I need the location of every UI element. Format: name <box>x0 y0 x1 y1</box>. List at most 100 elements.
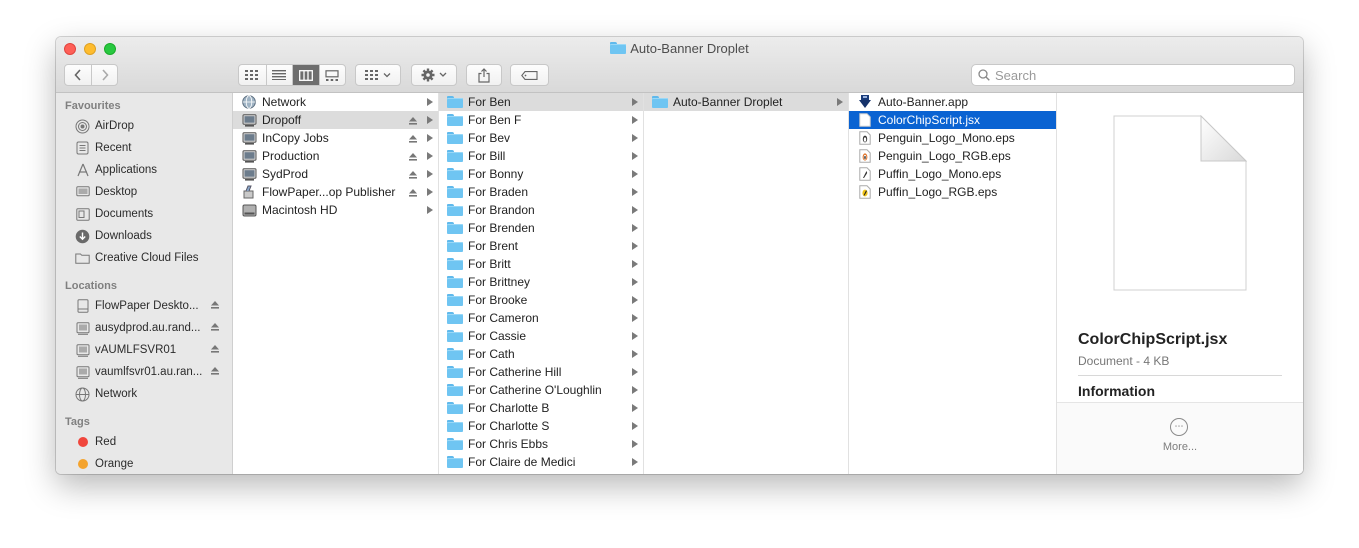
list-item-incopy-jobs[interactable]: InCopy Jobs <box>233 129 438 147</box>
more-icon[interactable]: ⋯ <box>1170 418 1188 436</box>
sidebar-item-flowpaper-desktop[interactable]: FlowPaper Deskto... <box>56 295 232 317</box>
list-view-button[interactable] <box>265 65 293 85</box>
sidebar-item-desktop[interactable]: Desktop <box>56 181 232 203</box>
list-item-macintosh-hd[interactable]: Macintosh HD <box>233 201 438 219</box>
list-item-folder[interactable]: For Cath <box>439 345 643 363</box>
forward-button[interactable] <box>91 65 117 85</box>
list-item-sydprod[interactable]: SydProd <box>233 165 438 183</box>
disclosure-arrow-icon <box>632 170 638 178</box>
favourites-header: Favourites <box>65 100 121 112</box>
sidebar-item-recent[interactable]: Recent <box>56 137 232 159</box>
eject-icon[interactable] <box>408 133 418 147</box>
disclosure-arrow-icon <box>427 206 433 214</box>
list-item-folder[interactable]: For Cassie <box>439 327 643 345</box>
back-button[interactable] <box>65 65 91 85</box>
sidebar-item-network[interactable]: Network <box>56 383 232 405</box>
list-item-folder[interactable]: For Brooke <box>439 291 643 309</box>
list-item-auto-banner-droplet[interactable]: Auto-Banner Droplet <box>644 93 848 111</box>
list-item-folder[interactable]: For Ben F <box>439 111 643 129</box>
more-button-label[interactable]: More... <box>1057 441 1303 453</box>
eps-icon <box>857 149 873 163</box>
list-item-puffin-logo-mono[interactable]: Puffin_Logo_Mono.eps <box>849 165 1056 183</box>
list-item-dropoff[interactable]: Dropoff <box>233 111 438 129</box>
list-item-folder[interactable]: For Catherine Hill <box>439 363 643 381</box>
list-item-puffin-logo-rgb[interactable]: Puffin_Logo_RGB.eps <box>849 183 1056 201</box>
column-view-button[interactable] <box>292 65 319 85</box>
eject-icon[interactable] <box>210 366 220 379</box>
sidebar-item-creative-cloud-files[interactable]: Creative Cloud Files <box>56 247 232 269</box>
list-item-folder[interactable]: For Catherine O'Loughlin <box>439 381 643 399</box>
list-item-folder[interactable]: For Braden <box>439 183 643 201</box>
list-item-folder[interactable]: For Charlotte S <box>439 417 643 435</box>
sidebar-item-vaumlfsvr01[interactable]: vAUMLFSVR01 <box>56 339 232 361</box>
list-item-folder[interactable]: For Britt <box>439 255 643 273</box>
list-item-label: Puffin_Logo_RGB.eps <box>878 185 998 199</box>
list-item-label: For Bev <box>468 131 511 145</box>
eject-icon[interactable] <box>408 115 418 129</box>
list-item-auto-banner-app[interactable]: Auto-Banner.app <box>849 93 1056 111</box>
list-item-flowpaper-publisher[interactable]: FlowPaper...op Publisher <box>233 183 438 201</box>
list-item-network[interactable]: Network <box>233 93 438 111</box>
search-field[interactable] <box>971 64 1295 86</box>
list-item-production[interactable]: Production <box>233 147 438 165</box>
preview-file-name: ColorChipScript.jsx <box>1078 331 1228 348</box>
eject-icon[interactable] <box>210 300 220 313</box>
list-item-folder[interactable]: For Charlotte B <box>439 399 643 417</box>
document-thumbnail-icon <box>1113 115 1247 291</box>
folder-icon <box>447 149 463 163</box>
column-1: Network Dropoff InCopy Jobs Production S… <box>233 93 439 474</box>
list-item-folder[interactable]: For Claire de Medici <box>439 453 643 471</box>
list-item-label: For Ben <box>468 95 511 109</box>
folder-icon <box>447 401 463 415</box>
list-item-folder[interactable]: For Bev <box>439 129 643 147</box>
list-item-penguin-logo-rgb[interactable]: Penguin_Logo_RGB.eps <box>849 147 1056 165</box>
disclosure-arrow-icon <box>427 134 433 142</box>
eject-icon[interactable] <box>408 151 418 165</box>
eject-icon[interactable] <box>210 344 220 357</box>
list-item-label: Auto-Banner Droplet <box>673 95 783 109</box>
locations-header: Locations <box>65 280 117 292</box>
sidebar-item-documents[interactable]: Documents <box>56 203 232 225</box>
list-item-folder[interactable]: For Brenden <box>439 219 643 237</box>
search-input[interactable] <box>995 67 1275 83</box>
preview-information-header: Information <box>1078 383 1155 399</box>
list-item-folder[interactable]: For Brent <box>439 237 643 255</box>
list-item-label: For Brooke <box>468 293 528 307</box>
gear-icon <box>421 68 447 82</box>
list-item-folder[interactable]: For Bonny <box>439 165 643 183</box>
sidebar-item-applications[interactable]: Applications <box>56 159 232 181</box>
list-item-folder[interactable]: For Cameron <box>439 309 643 327</box>
orange-tag-icon <box>75 457 90 472</box>
share-button[interactable] <box>466 64 502 86</box>
list-item-label: For Bonny <box>468 167 524 181</box>
list-item-folder[interactable]: For Chris Ebbs <box>439 435 643 453</box>
disclosure-arrow-icon <box>632 332 638 340</box>
sidebar-item-tag-red[interactable]: Red <box>56 431 232 453</box>
gallery-view-button[interactable] <box>318 65 346 85</box>
sidebar-item-downloads[interactable]: Downloads <box>56 225 232 247</box>
airdrop-icon <box>75 119 90 134</box>
eject-icon[interactable] <box>210 322 220 335</box>
tags-button[interactable] <box>510 64 549 86</box>
list-item-folder[interactable]: For Ben <box>439 93 643 111</box>
list-item-folder[interactable]: For Brandon <box>439 201 643 219</box>
list-item-folder[interactable]: For Bill <box>439 147 643 165</box>
server-icon <box>75 343 90 358</box>
eject-icon[interactable] <box>408 187 418 201</box>
list-item-folder[interactable]: For Brittney <box>439 273 643 291</box>
icon-view-button[interactable] <box>239 65 266 85</box>
action-menu-button[interactable] <box>411 64 457 86</box>
sidebar-item-vaumlfsvr01-domain[interactable]: vaumlfsvr01.au.ran... <box>56 361 232 383</box>
disclosure-arrow-icon <box>632 314 638 322</box>
sidebar-item-tag-orange[interactable]: Orange <box>56 453 232 474</box>
list-item-colorchipscript[interactable]: ColorChipScript.jsx <box>849 111 1056 129</box>
sidebar-item-ausydprod[interactable]: ausydprod.au.rand... <box>56 317 232 339</box>
group-by-button[interactable] <box>355 64 401 86</box>
disclosure-arrow-icon <box>632 422 638 430</box>
list-item-label: For Cassie <box>468 329 527 343</box>
list-item-penguin-logo-mono[interactable]: Penguin_Logo_Mono.eps <box>849 129 1056 147</box>
sidebar-item-airdrop[interactable]: AirDrop <box>56 115 232 137</box>
eject-icon[interactable] <box>408 169 418 183</box>
sidebar-item-label: Recent <box>95 142 132 154</box>
server-icon <box>241 167 257 181</box>
